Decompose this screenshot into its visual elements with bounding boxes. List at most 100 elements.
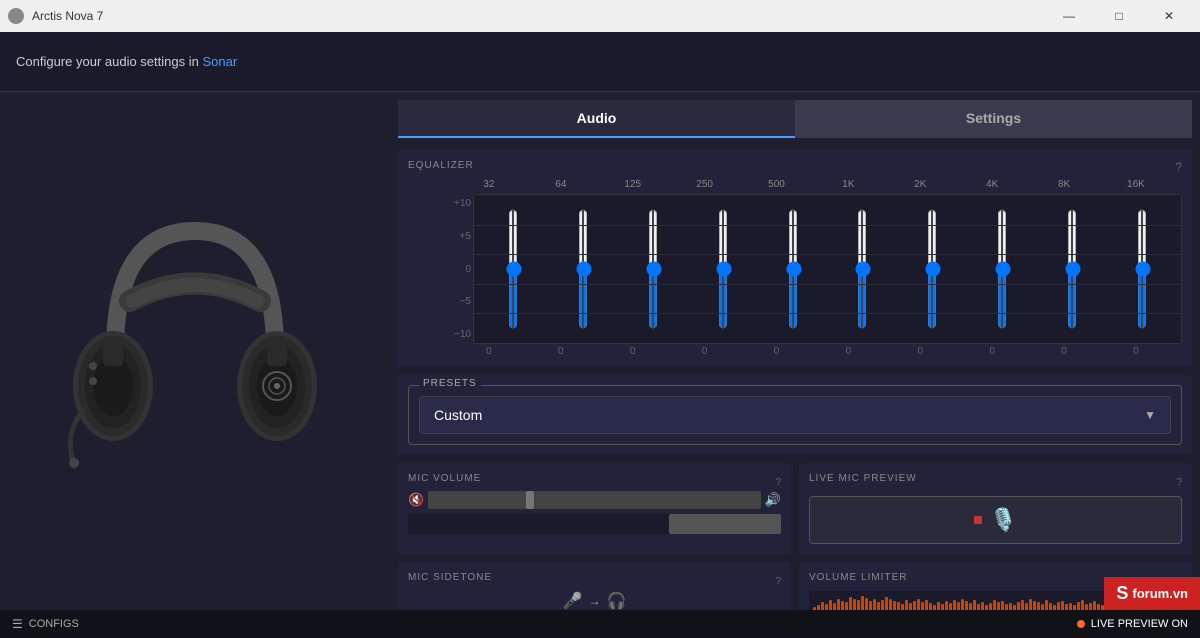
wave-bar <box>913 601 916 610</box>
configs-list-icon: ☰ <box>12 617 23 631</box>
sidetone-icons-row: 🎤 → 🎧 <box>408 591 781 610</box>
eq-bottom-vals: 0 0 0 0 0 0 0 0 0 0 <box>443 346 1182 357</box>
wave-bar <box>969 603 972 610</box>
preset-selected-value: Custom <box>434 407 482 423</box>
wave-bar <box>1093 601 1096 610</box>
eq-slider-16k[interactable] <box>1135 209 1149 329</box>
preset-dropdown[interactable]: Custom ▼ <box>419 396 1171 434</box>
forum-badge: S forum.vn <box>1104 577 1200 610</box>
eq-slider-32[interactable] <box>506 209 520 329</box>
wave-bar <box>881 600 884 610</box>
eq-slider-500[interactable] <box>786 209 800 329</box>
wave-bar <box>937 602 940 610</box>
wave-bar <box>1045 600 1048 610</box>
mic-volume-header: MIC VOLUME ? <box>408 473 781 492</box>
close-button[interactable]: ✕ <box>1146 0 1192 32</box>
presets-section: PRESETS Custom ▼ <box>398 375 1192 455</box>
wave-bar <box>853 599 856 610</box>
gridline-4 <box>474 313 1181 314</box>
wave-bar <box>929 603 932 610</box>
wave-bar <box>997 602 1000 610</box>
mic-volume-info-icon[interactable]: ? <box>775 477 781 488</box>
record-dot-icon <box>974 516 982 524</box>
mic-level-bar <box>408 514 781 534</box>
wave-bar <box>1061 601 1064 610</box>
freq-4k: 4K <box>977 179 1007 190</box>
mic-volume-slider[interactable] <box>428 498 761 502</box>
mic-sidetone-section: MIC SIDETONE ? 🎤 → 🎧 <box>398 562 791 610</box>
wave-bar <box>897 602 900 610</box>
wave-bar <box>829 600 832 610</box>
top-banner: Configure your audio settings in Sonar <box>0 32 1200 92</box>
window-controls[interactable]: — □ ✕ <box>1046 0 1192 32</box>
wave-bar <box>845 602 848 610</box>
wave-bar <box>921 602 924 610</box>
freq-8k: 8K <box>1049 179 1079 190</box>
gridline-2 <box>474 254 1181 255</box>
freq-2k: 2K <box>905 179 935 190</box>
bval-0: 0 <box>474 346 504 357</box>
eq-slider-4k[interactable] <box>995 209 1009 329</box>
eq-slider-8k[interactable] <box>1065 209 1079 329</box>
live-preview-label: LIVE PREVIEW ON <box>1091 618 1188 630</box>
tab-settings[interactable]: Settings <box>795 100 1192 138</box>
equalizer-info-icon[interactable]: ? <box>1175 160 1182 174</box>
volume-limiter-label: VOLUME LIMITER <box>809 572 907 583</box>
eq-slider-250[interactable] <box>716 209 730 329</box>
bval-3: 0 <box>690 346 720 357</box>
live-preview-indicator: LIVE PREVIEW ON <box>1077 618 1188 630</box>
live-mic-info-icon[interactable]: ? <box>1176 477 1182 488</box>
maximize-button[interactable]: □ <box>1096 0 1142 32</box>
wave-bar <box>973 600 976 610</box>
tab-bar: Audio Settings <box>398 100 1192 138</box>
bval-2: 0 <box>618 346 648 357</box>
equalizer-label: EQUALIZER <box>408 160 1182 171</box>
headphone-svg <box>65 191 325 511</box>
wave-bar <box>1001 601 1004 610</box>
sidetone-arrow-icon: → <box>589 594 601 608</box>
live-mic-preview-button[interactable]: 🎙️ <box>809 496 1182 544</box>
freq-32: 32 <box>474 179 504 190</box>
main-content: Audio Settings EQUALIZER ? 32 64 125 250… <box>0 92 1200 610</box>
freq-125: 125 <box>618 179 648 190</box>
eq-slider-1k[interactable] <box>855 209 869 329</box>
mic-level-fill <box>669 514 781 534</box>
eq-slider-125[interactable] <box>646 209 660 329</box>
wave-bar <box>905 600 908 610</box>
wave-bar <box>885 597 888 610</box>
y-minus5: −5 <box>443 296 471 307</box>
wave-bar <box>833 603 836 610</box>
app-icon <box>8 8 24 24</box>
wave-bar <box>861 596 864 610</box>
right-panel: Audio Settings EQUALIZER ? 32 64 125 250… <box>390 92 1200 610</box>
mic-volume-label: MIC VOLUME <box>408 473 481 484</box>
headphone-area <box>0 92 390 610</box>
configs-button[interactable]: ☰ CONFIGS <box>12 617 79 631</box>
eq-wrapper: 32 64 125 250 500 1K 2K 4K 8K 16K <box>408 179 1182 357</box>
eq-slider-2k[interactable] <box>925 209 939 329</box>
sidetone-label: MIC SIDETONE <box>408 572 492 583</box>
live-mic-label: LIVE MIC PREVIEW <box>809 473 917 484</box>
window-title: Arctis Nova 7 <box>32 9 103 23</box>
sonar-link[interactable]: Sonar <box>202 54 237 69</box>
wave-bar <box>1077 602 1080 610</box>
wave-bar <box>877 602 880 610</box>
wave-bar <box>949 603 952 610</box>
sidetone-mic-icon: 🎤 <box>563 591 583 610</box>
presets-inner: PRESETS Custom ▼ <box>408 385 1182 445</box>
eq-sliders-container <box>473 194 1182 344</box>
wave-bar <box>917 599 920 610</box>
sidetone-info-icon[interactable]: ? <box>775 576 781 587</box>
bval-6: 0 <box>905 346 935 357</box>
title-bar: Arctis Nova 7 — □ ✕ <box>0 0 1200 32</box>
live-mic-header: LIVE MIC PREVIEW ? <box>809 473 1182 492</box>
mic-volume-slider-row: 🔇 🔊 <box>408 492 781 508</box>
bottom-sections-row1: MIC VOLUME ? 🔇 🔊 LI <box>398 463 1192 554</box>
minimize-button[interactable]: — <box>1046 0 1092 32</box>
eq-slider-64[interactable] <box>576 209 590 329</box>
y-zero: 0 <box>443 264 471 275</box>
tab-audio[interactable]: Audio <box>398 100 795 138</box>
microphone-wave-icon: 🎙️ <box>990 507 1017 533</box>
wave-bar <box>873 599 876 610</box>
wave-bar <box>909 603 912 610</box>
